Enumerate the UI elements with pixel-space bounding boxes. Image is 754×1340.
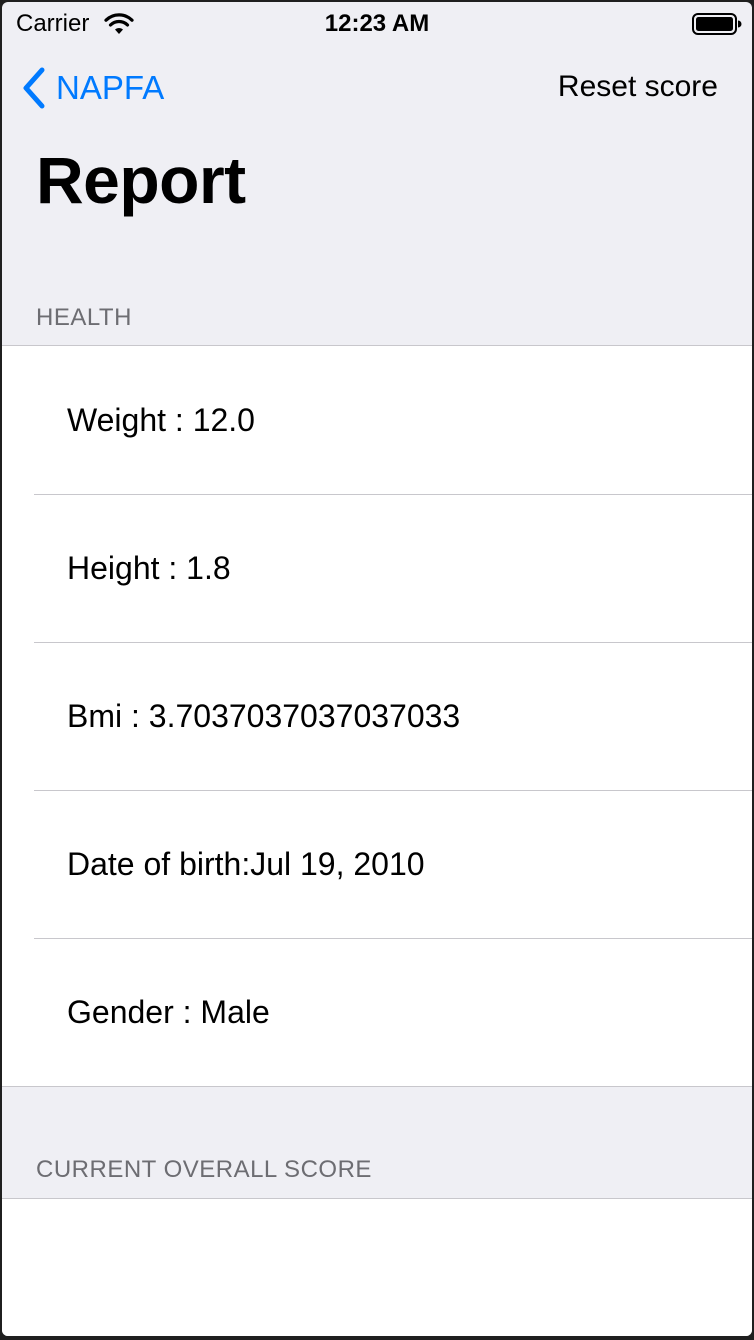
page-title: Report xyxy=(36,143,246,217)
section-header-current-overall-score: CURRENT OVERALL SCORE xyxy=(36,1156,372,1183)
height-label: Height : 1.8 xyxy=(67,550,231,586)
gender-label: Gender : Male xyxy=(67,994,270,1030)
date-of-birth-label: Date of birth:Jul 19, 2010 xyxy=(67,846,425,882)
status-bar: Carrier 12:23 AM xyxy=(2,2,752,46)
list-item-weight[interactable]: Weight : 12.0 xyxy=(2,346,752,494)
list-item-height[interactable]: Height : 1.8 xyxy=(2,494,752,642)
report-screen: Carrier 12:23 AM NAPFA Reset score Repor… xyxy=(2,2,752,1336)
weight-label: Weight : 12.0 xyxy=(67,402,255,438)
chevron-left-icon xyxy=(23,67,45,109)
list-item-gender[interactable]: Gender : Male xyxy=(2,938,752,1086)
list-item-date-of-birth[interactable]: Date of birth:Jul 19, 2010 xyxy=(2,790,752,938)
back-button[interactable]: NAPFA xyxy=(20,66,164,110)
health-list: Weight : 12.0 Height : 1.8 Bmi : 3.70370… xyxy=(2,345,752,1087)
back-button-label: NAPFA xyxy=(56,69,165,106)
section-header-health: HEALTH xyxy=(36,304,132,331)
list-item-bmi[interactable]: Bmi : 3.7037037037037033 xyxy=(2,642,752,790)
battery-icon xyxy=(692,13,742,35)
bmi-label: Bmi : 3.7037037037037033 xyxy=(67,698,461,734)
status-time: 12:23 AM xyxy=(324,10,430,37)
reset-score-button[interactable]: Reset score xyxy=(558,70,718,104)
score-list xyxy=(2,1198,752,1336)
